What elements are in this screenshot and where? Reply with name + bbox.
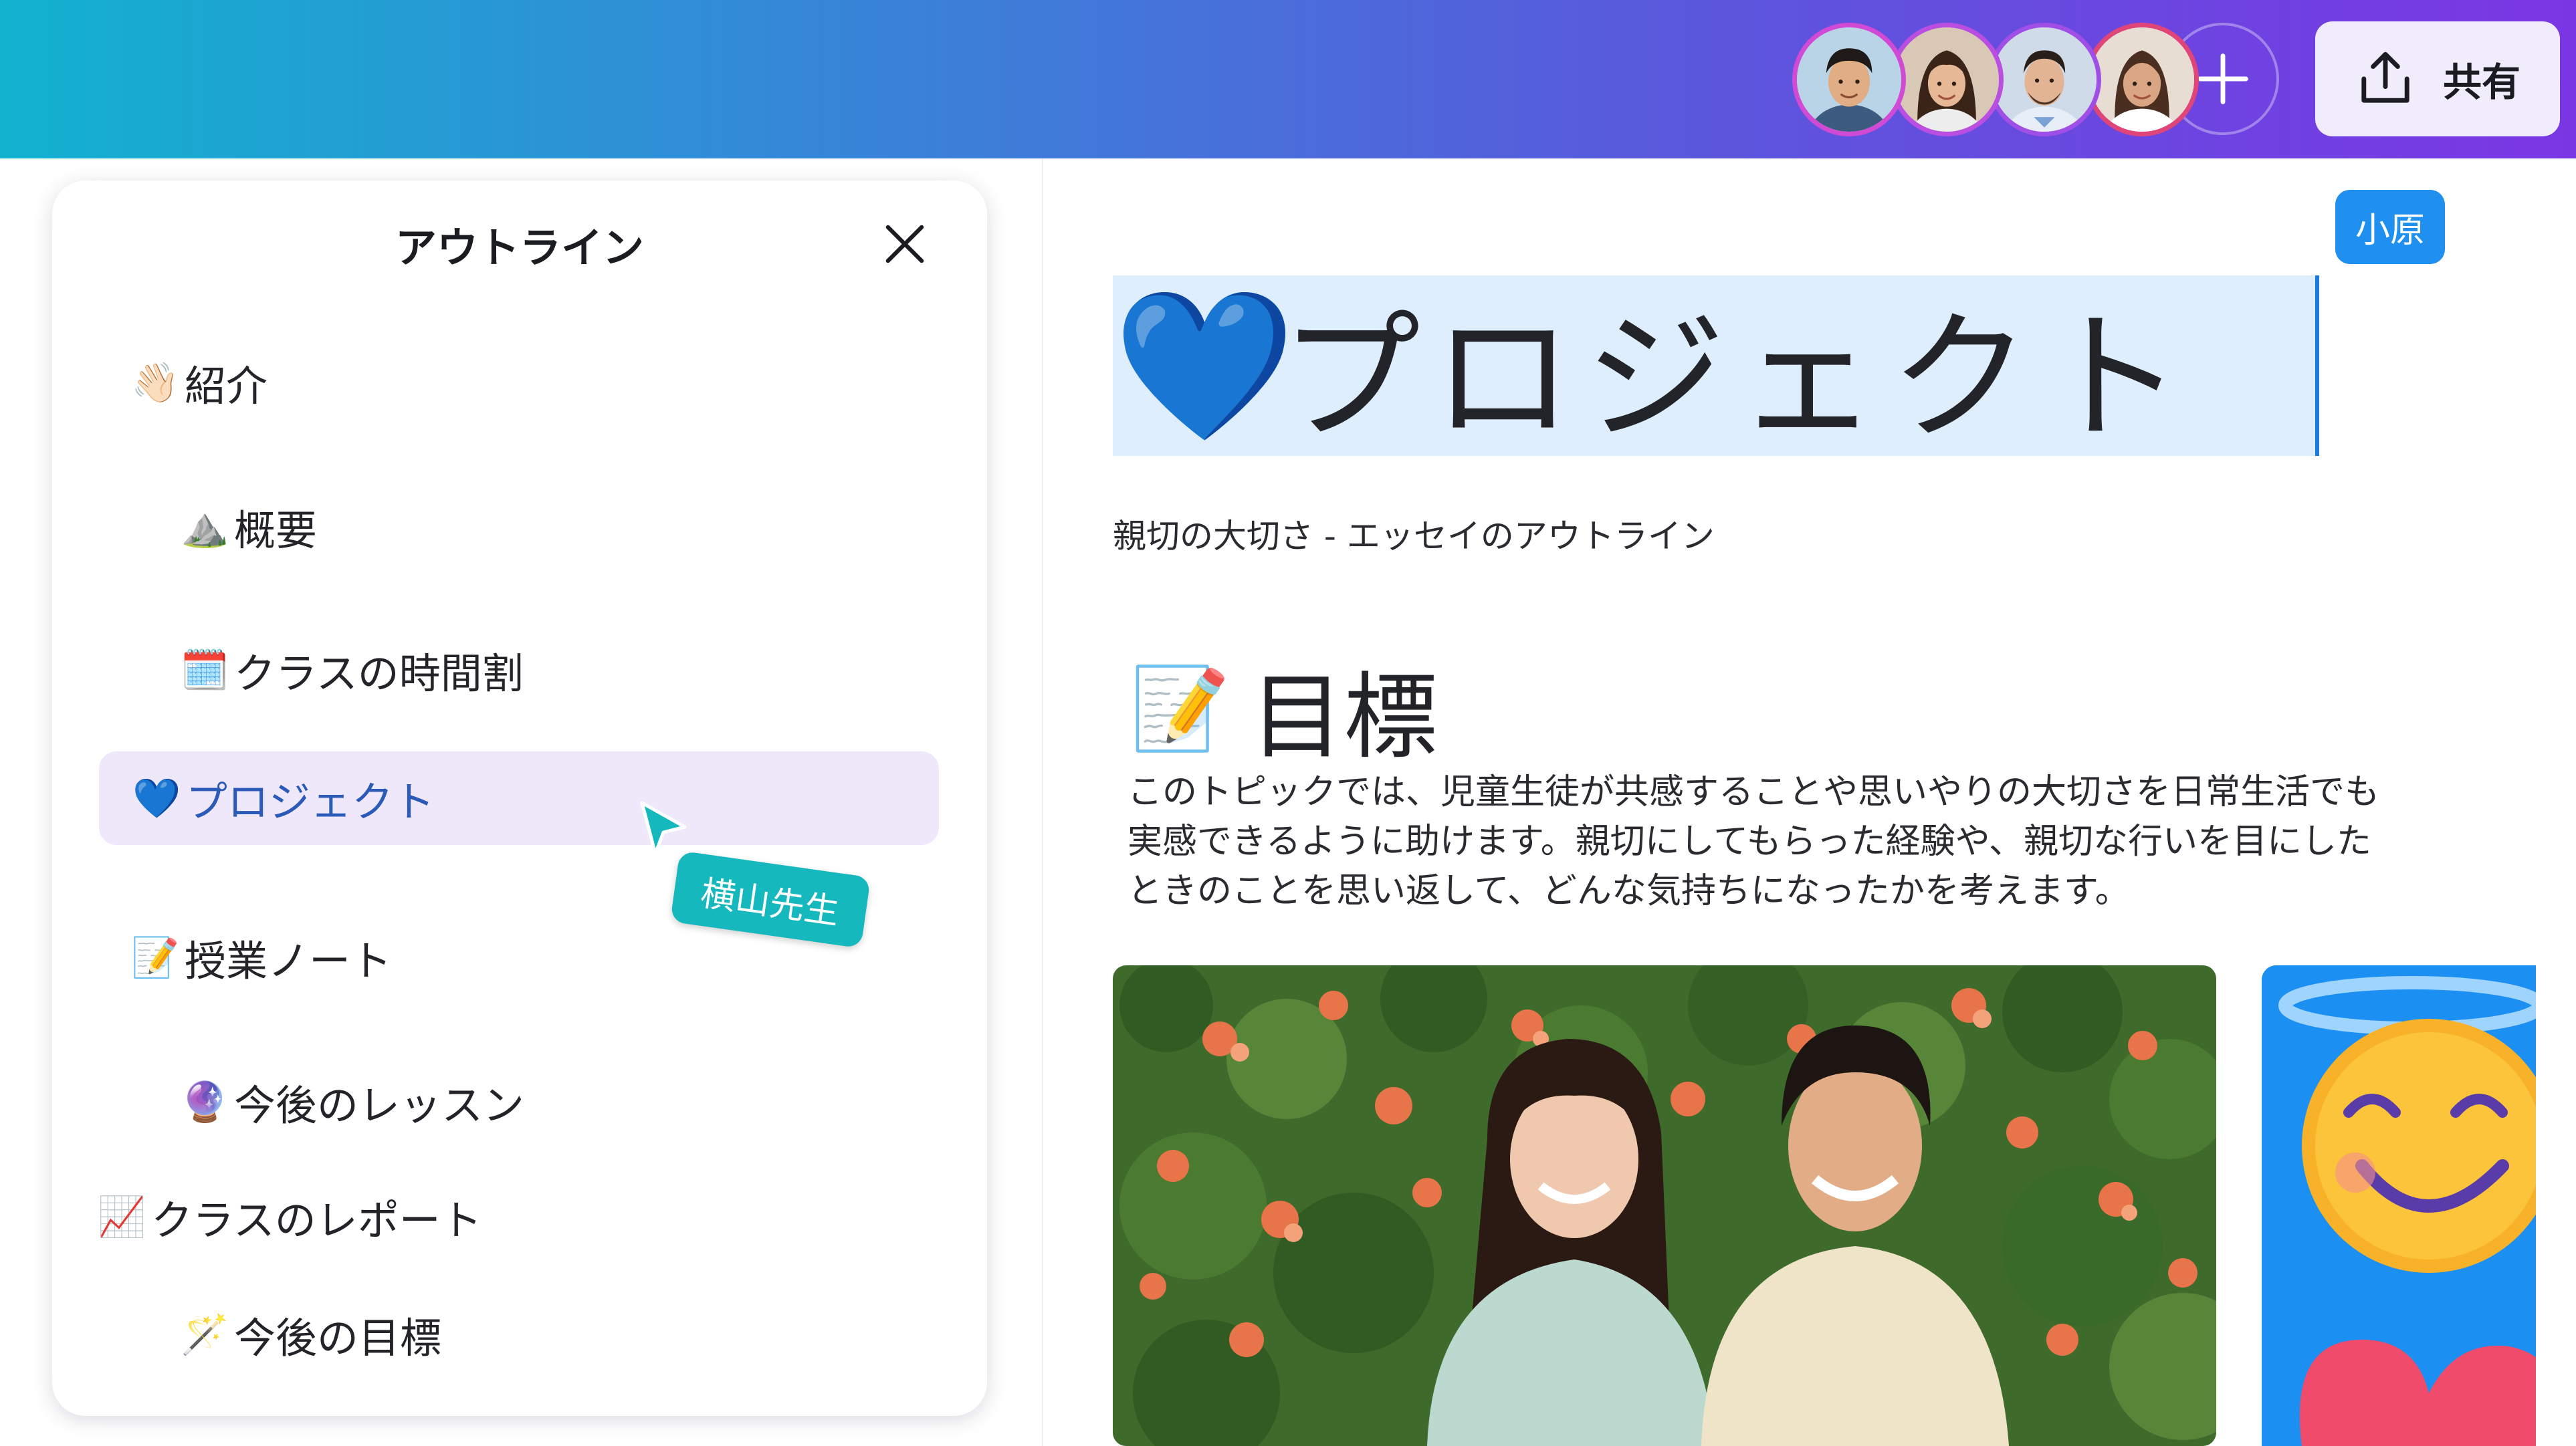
avatar-man[interactable] <box>1988 23 2101 136</box>
outline-item-label: クラスの時間割 <box>234 649 524 698</box>
paragraph-line: 実感できるように助けます。親切にしてもらった経験や、親切な行いを目にした <box>1128 822 2372 862</box>
outline-panel: アウトライン 👋🏻 紹介 ⛰️ 概要 🗓️ クラスの時間割 💙 プロジェクト 📝… <box>52 180 987 1416</box>
avatar-man-image <box>1992 27 2097 132</box>
share-label: 共有 <box>2442 59 2520 105</box>
avatar-woman[interactable] <box>2085 23 2199 136</box>
document-title-selection[interactable]: 💙 プロジェクト <box>1113 275 2317 460</box>
outline-item-label: 概要 <box>234 506 318 555</box>
calendar-icon: 🗓️ <box>181 646 229 693</box>
outline-title: アウトライン <box>395 223 644 272</box>
outline-item-class-schedule[interactable]: 🗓️ クラスの時間割 <box>181 623 524 717</box>
outline-item-project[interactable]: 💙 プロジェクト <box>99 751 939 845</box>
waving-hand-icon: 👋🏻 <box>131 359 180 405</box>
document-subtitle[interactable]: 親切の大切さ - エッセイのアウトライン <box>1113 509 1715 558</box>
upload-icon <box>2361 51 2409 103</box>
outline-item-class-report[interactable]: 📈 クラスのレポート <box>98 1170 482 1263</box>
section-paragraph[interactable]: このトピックでは、児童生徒が共感することや思いやりの大切さを日常生活でも 実感で… <box>1128 767 2438 916</box>
outline-item-label: 授業ノート <box>185 937 393 985</box>
memo-icon: 📝 <box>1130 662 1230 755</box>
outline-item-upcoming-lessons[interactable]: 🔮 今後のレッスン <box>181 1055 524 1149</box>
outline-item-label: プロジェクト <box>186 777 435 826</box>
section-heading[interactable]: 📝 目標 <box>1130 642 1437 777</box>
outline-item-label: 今後の目標 <box>234 1314 442 1362</box>
crystal-ball-icon: 🔮 <box>181 1078 229 1124</box>
app-window: 共有 アウトライン 👋🏻 紹介 ⛰️ 概要 🗓️ クラスの時間割 💙 プロジェク… <box>0 0 2576 1446</box>
avatar-girl-image <box>1895 27 1999 132</box>
section-heading-text: 目標 <box>1250 663 1438 772</box>
couple-photo-image <box>1113 965 2216 1446</box>
paragraph-line: ときのことを思い返して、どんな気持ちになったかを考えます。 <box>1128 871 2130 911</box>
top-bar: 共有 <box>0 0 2576 158</box>
avatar-boy[interactable] <box>1792 23 1906 136</box>
avatar-girl[interactable] <box>1890 23 2004 136</box>
text-caret <box>2315 275 2319 456</box>
blue-heart-icon: 💙 <box>132 775 181 821</box>
plus-icon <box>2197 53 2248 104</box>
avatar-boy-image <box>1797 27 1901 132</box>
outline-item-overview[interactable]: ⛰️ 概要 <box>181 480 317 574</box>
close-outline-button[interactable] <box>875 214 935 274</box>
editor-presence-tag: 小原 <box>2335 190 2446 264</box>
outline-item-label: 紹介 <box>185 362 268 410</box>
memo-icon: 📝 <box>131 934 180 980</box>
outline-item-intro[interactable]: 👋🏻 紹介 <box>131 336 267 429</box>
close-icon <box>885 225 924 263</box>
emoji-card[interactable] <box>2262 965 2536 1446</box>
collaborator-avatars <box>1792 23 2199 136</box>
outline-item-lesson-notes[interactable]: 📝 授業ノート <box>131 911 392 1004</box>
collaborator-cursor-icon <box>640 801 687 856</box>
couple-photo[interactable] <box>1113 965 2216 1446</box>
avatar-woman-image <box>2090 27 2194 132</box>
paragraph-line: このトピックでは、児童生徒が共感することや思いやりの大切さを日常生活でも <box>1128 772 2380 812</box>
page-title[interactable]: プロジェクト <box>1280 264 2195 467</box>
mountain-icon: ⛰️ <box>181 503 229 550</box>
outline-item-future-goals[interactable]: 🪄 今後の目標 <box>181 1288 441 1381</box>
smiling-face-with-halo-icon <box>2262 965 2536 1446</box>
outline-item-label: クラスのレポート <box>151 1196 482 1245</box>
chart-increasing-icon: 📈 <box>98 1193 146 1239</box>
magic-wand-icon: 🪄 <box>181 1311 229 1357</box>
share-button[interactable]: 共有 <box>2315 21 2560 136</box>
panel-divider <box>1042 158 1043 1446</box>
outline-item-label: 今後のレッスン <box>234 1081 525 1130</box>
blue-heart-icon: 💙 <box>1113 280 1296 451</box>
